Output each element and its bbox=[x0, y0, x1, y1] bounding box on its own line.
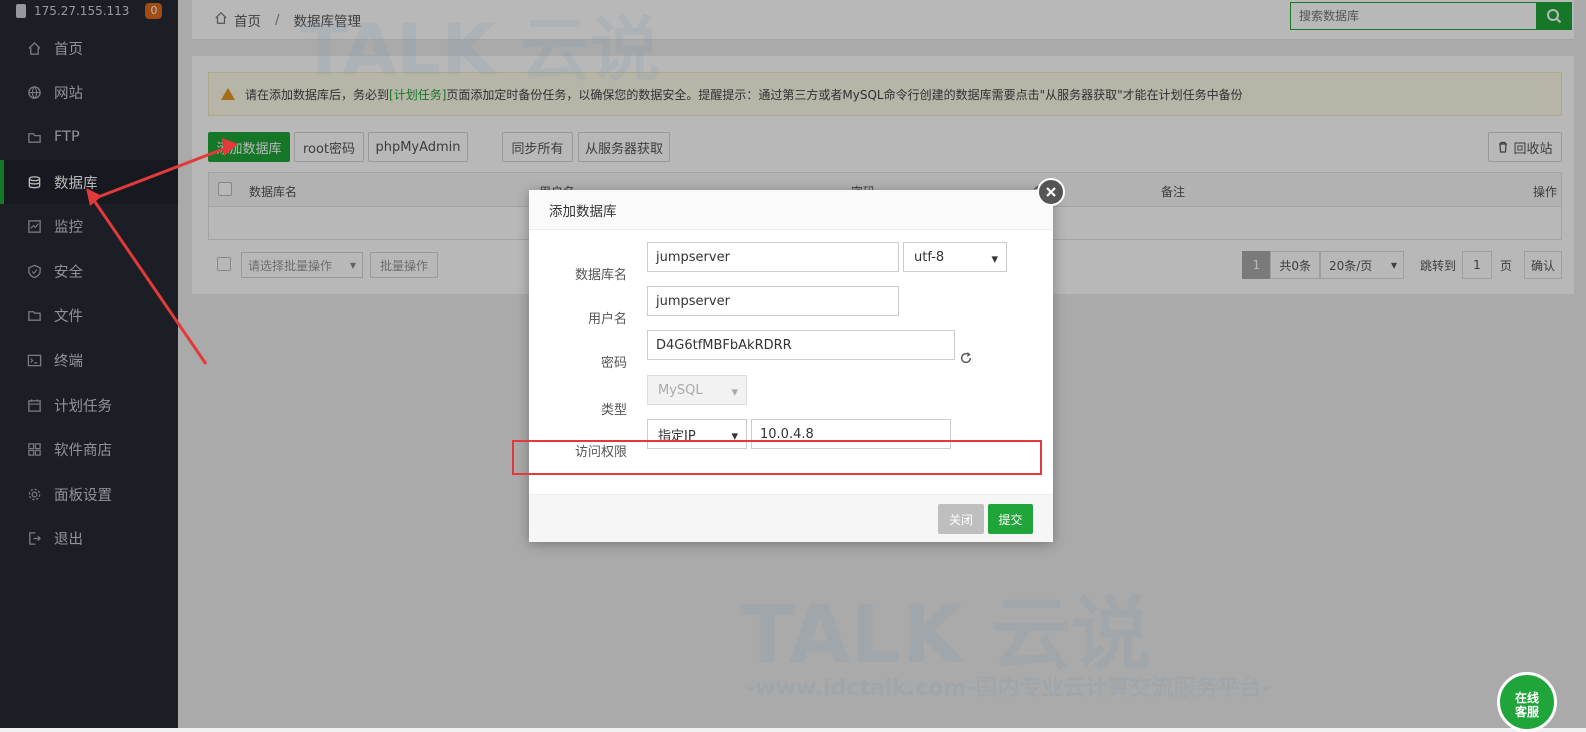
refresh-icon[interactable] bbox=[959, 351, 973, 369]
add-database-dialog: 添加数据库 数据库名 jumpserver utf-8 ▾ 用户名 jumpser… bbox=[529, 190, 1053, 542]
password-input[interactable]: D4G6tfMBFbAkRDRR bbox=[647, 330, 955, 360]
username-input[interactable]: jumpserver bbox=[647, 286, 899, 316]
dialog-title: 添加数据库 bbox=[529, 190, 1053, 230]
charset-value: utf-8 bbox=[914, 249, 945, 265]
dbname-input[interactable]: jumpserver bbox=[647, 242, 899, 272]
dbname-label: 数据库名 bbox=[574, 268, 627, 283]
dialog-close-icon[interactable] bbox=[1037, 178, 1065, 206]
type-select: MySQL ▾ bbox=[647, 375, 747, 405]
close-button[interactable]: 关闭 bbox=[938, 504, 984, 534]
dialog-footer: 关闭 提交 bbox=[529, 494, 1053, 542]
type-value: MySQL bbox=[658, 382, 703, 398]
chevron-down-icon: ▾ bbox=[991, 252, 998, 267]
password-label: 密码 bbox=[600, 356, 627, 371]
charset-select[interactable]: utf-8 ▾ bbox=[903, 242, 1007, 272]
type-label: 类型 bbox=[600, 403, 627, 418]
username-label: 用户名 bbox=[587, 312, 627, 327]
online-service-button[interactable]: 在线 客服 bbox=[1497, 672, 1557, 732]
chat-line1: 在线 bbox=[1514, 691, 1539, 705]
chevron-down-icon: ▾ bbox=[731, 385, 738, 400]
submit-button[interactable]: 提交 bbox=[988, 504, 1033, 534]
chat-line2: 客服 bbox=[1514, 705, 1539, 719]
highlight-box bbox=[512, 440, 1042, 475]
